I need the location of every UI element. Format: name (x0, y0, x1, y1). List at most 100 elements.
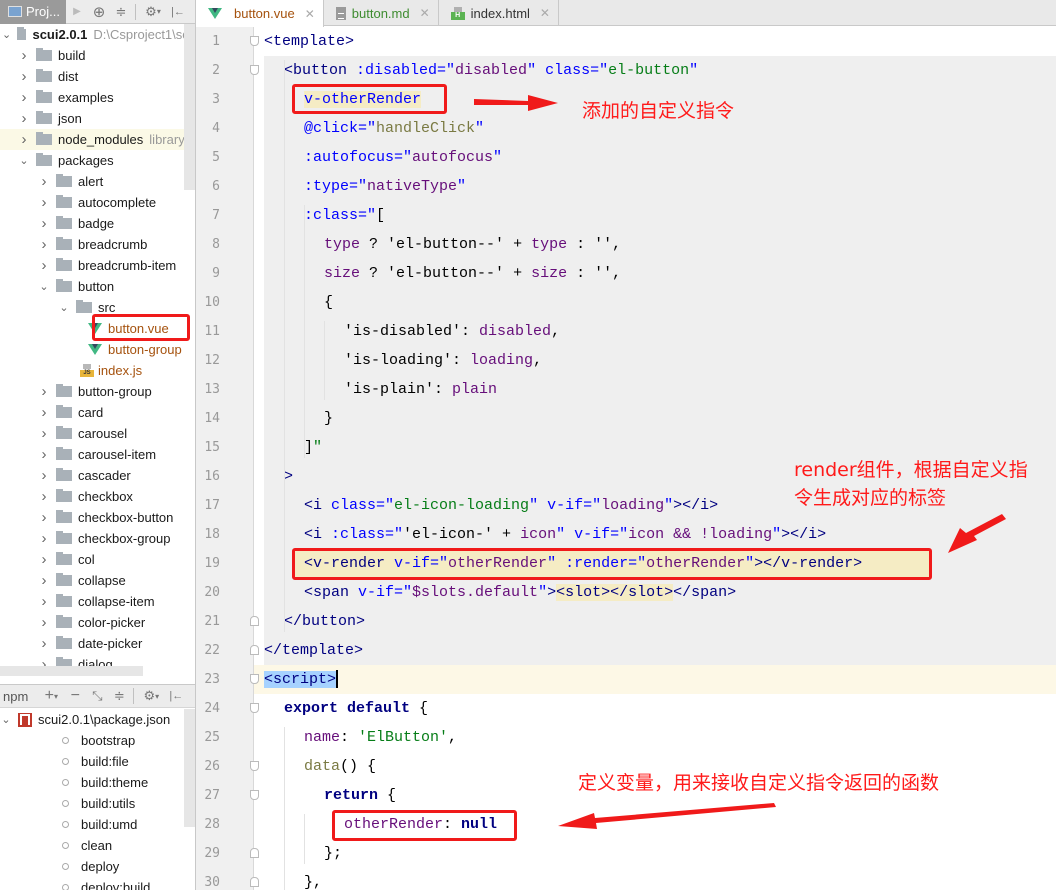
tree-item[interactable]: › color-picker (0, 612, 195, 633)
tree-item[interactable]: › carousel (0, 423, 195, 444)
project-tab[interactable]: Proj... (0, 0, 66, 24)
code-line[interactable]: 5:autofocus="autofocus" (212, 143, 1056, 172)
tree-item[interactable]: › checkbox-group (0, 528, 195, 549)
code-line[interactable]: 18 <i :class="'el-icon-' + icon" v-if="ic… (204, 520, 1056, 549)
target-icon[interactable]: ⊕ (88, 0, 110, 24)
code-line[interactable]: 7:class="[ (212, 201, 1056, 230)
code-line[interactable]: 25 name: 'ElButton', (204, 723, 1056, 752)
tree-item[interactable]: › collapse-item (0, 591, 195, 612)
add-icon[interactable]: + ▾ (38, 684, 64, 708)
tab-button-vue[interactable]: button.vue ✕ (196, 0, 324, 27)
collapse-all-icon[interactable]: ≑ (110, 0, 132, 24)
tree-item[interactable]: › build (0, 45, 195, 66)
chevron-right-icon[interactable]: › (18, 110, 30, 127)
fold-icon[interactable] (250, 790, 259, 800)
tree-item[interactable]: › alert (0, 171, 195, 192)
fold-end-icon[interactable] (250, 877, 259, 887)
fold-icon[interactable] (250, 703, 259, 713)
play-icon[interactable]: ▶ (66, 0, 88, 24)
chevron-right-icon[interactable]: › (38, 446, 50, 463)
gear-icon[interactable]: ⚙ ▾ (137, 684, 165, 708)
close-icon[interactable]: ✕ (420, 6, 430, 20)
tree-item[interactable]: button-group (0, 339, 195, 360)
chevron-right-icon[interactable]: › (38, 467, 50, 484)
collapse-all-icon[interactable]: ≑ (108, 684, 130, 708)
code-line[interactable]: 10 { (204, 288, 1056, 317)
chevron-right-icon[interactable]: › (38, 425, 50, 442)
code-line[interactable]: 9 size ? 'el-button--' + size : '', (212, 259, 1056, 288)
code-line[interactable]: 6:type="nativeType" (212, 172, 1056, 201)
tree-item[interactable]: index.js (0, 360, 195, 381)
run-icon[interactable]: ⤡ (86, 684, 108, 708)
chevron-right-icon[interactable]: › (38, 614, 50, 631)
npm-script-item[interactable]: deploy:build (0, 877, 195, 890)
chevron-right-icon[interactable]: › (38, 572, 50, 589)
chevron-right-icon[interactable]: › (38, 593, 50, 610)
tree-item[interactable]: › breadcrumb-item (0, 255, 195, 276)
chevron-right-icon[interactable]: › (18, 68, 30, 85)
code-line[interactable]: 13 'is-plain': plain (204, 375, 1056, 404)
close-icon[interactable]: ✕ (540, 6, 550, 20)
code-line[interactable]: 14} (204, 404, 1056, 433)
code-line[interactable]: 24 export default { (204, 694, 1056, 723)
fold-icon[interactable] (250, 761, 259, 771)
code-line[interactable]: 12 'is-loading': loading, (204, 346, 1056, 375)
code-line[interactable]: 21 </button> (204, 607, 1056, 636)
chevron-right-icon[interactable]: › (38, 488, 50, 505)
tree-item[interactable]: › autocomplete (0, 192, 195, 213)
npm-script-item[interactable]: bootstrap (0, 730, 195, 751)
chevron-down-icon[interactable]: ⌄ (38, 280, 50, 293)
npm-script-item[interactable]: deploy (0, 856, 195, 877)
code-line[interactable]: 2 <button :disabled="disabled" class="el-… (212, 56, 1056, 85)
code-line[interactable]: 20 <span v-if="$slots.default"><slot></sl… (204, 578, 1056, 607)
npm-root[interactable]: ⌄ scui2.0.1\package.json (0, 709, 195, 730)
tree-item[interactable]: › badge (0, 213, 195, 234)
chevron-down-icon[interactable]: ⌄ (0, 713, 12, 726)
chevron-right-icon[interactable]: › (38, 509, 50, 526)
chevron-down-icon[interactable]: ⌄ (18, 154, 30, 167)
code-line[interactable]: 22 </template> (204, 636, 1056, 665)
tree-item[interactable]: › node_modules library r (0, 129, 195, 150)
chevron-right-icon[interactable]: › (18, 131, 30, 148)
tree-item[interactable]: › card (0, 402, 195, 423)
tree-item[interactable]: › breadcrumb (0, 234, 195, 255)
tree-item[interactable]: ⌄ packages (0, 150, 195, 171)
chevron-right-icon[interactable]: › (38, 173, 50, 190)
tree-item[interactable]: › json (0, 108, 195, 129)
fold-end-icon[interactable] (250, 848, 259, 858)
code-line[interactable]: 8 type ? 'el-button--' + type : '', (212, 230, 1056, 259)
tree-item[interactable]: › collapse (0, 570, 195, 591)
tree-item[interactable]: › checkbox (0, 486, 195, 507)
tree-item[interactable]: › dist (0, 66, 195, 87)
chevron-right-icon[interactable]: › (38, 257, 50, 274)
tree-item[interactable]: › col (0, 549, 195, 570)
tree-item[interactable]: › cascader (0, 465, 195, 486)
tree-item[interactable]: › checkbox-button (0, 507, 195, 528)
hide-panel-icon[interactable]: |← (165, 684, 187, 708)
npm-script-item[interactable]: build:utils (0, 793, 195, 814)
fold-end-icon[interactable] (250, 616, 259, 626)
hide-panel-icon[interactable]: |← (167, 0, 189, 24)
fold-icon[interactable] (250, 65, 259, 75)
project-hscrollbar[interactable] (0, 666, 143, 676)
tab-index-html[interactable]: index.html ✕ (439, 0, 559, 26)
project-scrollbar[interactable] (184, 24, 195, 190)
chevron-right-icon[interactable]: › (18, 47, 30, 64)
code-line[interactable]: 30}, (204, 868, 1056, 890)
tab-button-md[interactable]: button.md ✕ (324, 0, 439, 26)
fold-icon[interactable] (250, 674, 259, 684)
tree-item[interactable]: ⌄ button (0, 276, 195, 297)
code-line[interactable]: 29}; (204, 839, 1056, 868)
npm-script-item[interactable]: build:umd (0, 814, 195, 835)
chevron-right-icon[interactable]: › (38, 530, 50, 547)
chevron-right-icon[interactable]: › (38, 383, 50, 400)
close-icon[interactable]: ✕ (305, 7, 315, 21)
npm-scrollbar[interactable] (184, 709, 195, 827)
gear-icon[interactable]: ⚙ ▾ (139, 0, 167, 24)
tree-item[interactable]: › examples (0, 87, 195, 108)
chevron-down-icon[interactable]: ⌄ (58, 301, 70, 314)
chevron-down-icon[interactable]: ⌄ (2, 28, 11, 41)
remove-icon[interactable]: − (64, 684, 86, 708)
npm-script-item[interactable]: clean (0, 835, 195, 856)
tree-item[interactable]: › carousel-item (0, 444, 195, 465)
